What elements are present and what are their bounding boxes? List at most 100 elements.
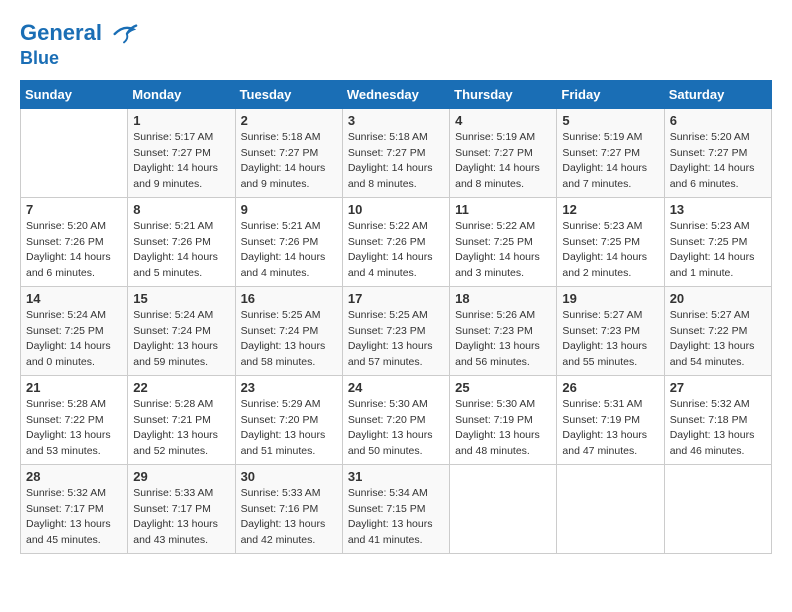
- day-info: Sunrise: 5:32 AM Sunset: 7:17 PM Dayligh…: [26, 486, 122, 549]
- day-number: 26: [562, 380, 658, 395]
- calendar-cell: 21 Sunrise: 5:28 AM Sunset: 7:22 PM Dayli…: [21, 375, 128, 464]
- weekday-header-sunday: Sunday: [21, 80, 128, 108]
- day-number: 22: [133, 380, 229, 395]
- calendar-cell: 15 Sunrise: 5:24 AM Sunset: 7:24 PM Dayli…: [128, 286, 235, 375]
- calendar-cell: 4 Sunrise: 5:19 AM Sunset: 7:27 PM Daylig…: [450, 108, 557, 197]
- calendar-cell: 3Sunrise: 5:18 AM Sunset: 7:27 PM Daylig…: [342, 108, 449, 197]
- weekday-header-thursday: Thursday: [450, 80, 557, 108]
- day-number: 30: [241, 469, 337, 484]
- calendar-cell: 29 Sunrise: 5:33 AM Sunset: 7:17 PM Dayli…: [128, 464, 235, 553]
- calendar-cell: 9Sunrise: 5:21 AM Sunset: 7:26 PM Daylig…: [235, 197, 342, 286]
- day-number: 4: [455, 113, 551, 128]
- day-info: Sunrise: 5:21 AM Sunset: 7:26 PM Dayligh…: [133, 219, 229, 282]
- day-number: 18: [455, 291, 551, 306]
- calendar-cell: [664, 464, 771, 553]
- day-number: 8: [133, 202, 229, 217]
- day-info: Sunrise: 5:25 AM Sunset: 7:24 PM Dayligh…: [241, 308, 337, 371]
- calendar-cell: 13Sunrise: 5:23 AM Sunset: 7:25 PM Dayli…: [664, 197, 771, 286]
- day-info: Sunrise: 5:32 AM Sunset: 7:18 PM Dayligh…: [670, 397, 766, 460]
- calendar-cell: 16 Sunrise: 5:25 AM Sunset: 7:24 PM Dayli…: [235, 286, 342, 375]
- day-info: Sunrise: 5:34 AM Sunset: 7:15 PM Dayligh…: [348, 486, 444, 549]
- calendar-week-2: 7Sunrise: 5:20 AM Sunset: 7:26 PM Daylig…: [21, 197, 772, 286]
- day-number: 25: [455, 380, 551, 395]
- calendar-body: 1 Sunrise: 5:17 AM Sunset: 7:27 PM Daylig…: [21, 108, 772, 553]
- calendar-cell: 28 Sunrise: 5:32 AM Sunset: 7:17 PM Dayli…: [21, 464, 128, 553]
- calendar-week-5: 28 Sunrise: 5:32 AM Sunset: 7:17 PM Dayli…: [21, 464, 772, 553]
- day-number: 21: [26, 380, 122, 395]
- day-info: Sunrise: 5:28 AM Sunset: 7:22 PM Dayligh…: [26, 397, 122, 460]
- calendar-cell: 22 Sunrise: 5:28 AM Sunset: 7:21 PM Dayli…: [128, 375, 235, 464]
- calendar-cell: 20 Sunrise: 5:27 AM Sunset: 7:22 PM Dayli…: [664, 286, 771, 375]
- logo-general: General: [20, 20, 102, 45]
- day-number: 27: [670, 380, 766, 395]
- day-number: 28: [26, 469, 122, 484]
- calendar-cell: 18 Sunrise: 5:26 AM Sunset: 7:23 PM Dayli…: [450, 286, 557, 375]
- weekday-header-tuesday: Tuesday: [235, 80, 342, 108]
- day-number: 15: [133, 291, 229, 306]
- day-number: 20: [670, 291, 766, 306]
- day-info: Sunrise: 5:20 AM Sunset: 7:27 PM Dayligh…: [670, 130, 766, 193]
- day-info: Sunrise: 5:29 AM Sunset: 7:20 PM Dayligh…: [241, 397, 337, 460]
- day-number: 19: [562, 291, 658, 306]
- calendar-week-3: 14 Sunrise: 5:24 AM Sunset: 7:25 PM Dayli…: [21, 286, 772, 375]
- day-info: Sunrise: 5:33 AM Sunset: 7:17 PM Dayligh…: [133, 486, 229, 549]
- day-info: Sunrise: 5:24 AM Sunset: 7:25 PM Dayligh…: [26, 308, 122, 371]
- calendar-cell: 14 Sunrise: 5:24 AM Sunset: 7:25 PM Dayli…: [21, 286, 128, 375]
- logo: General Blue: [20, 20, 138, 70]
- day-number: 13: [670, 202, 766, 217]
- calendar-cell: 26 Sunrise: 5:31 AM Sunset: 7:19 PM Dayli…: [557, 375, 664, 464]
- day-info: Sunrise: 5:30 AM Sunset: 7:20 PM Dayligh…: [348, 397, 444, 460]
- day-info: Sunrise: 5:18 AM Sunset: 7:27 PM Dayligh…: [241, 130, 337, 193]
- day-info: Sunrise: 5:20 AM Sunset: 7:26 PM Dayligh…: [26, 219, 122, 282]
- calendar-header: SundayMondayTuesdayWednesdayThursdayFrid…: [21, 80, 772, 108]
- day-number: 14: [26, 291, 122, 306]
- calendar-cell: 25 Sunrise: 5:30 AM Sunset: 7:19 PM Dayli…: [450, 375, 557, 464]
- calendar-cell: 31 Sunrise: 5:34 AM Sunset: 7:15 PM Dayli…: [342, 464, 449, 553]
- calendar-cell: [21, 108, 128, 197]
- day-number: 1: [133, 113, 229, 128]
- calendar-cell: 1 Sunrise: 5:17 AM Sunset: 7:27 PM Daylig…: [128, 108, 235, 197]
- calendar-cell: 24 Sunrise: 5:30 AM Sunset: 7:20 PM Dayli…: [342, 375, 449, 464]
- page-header: General Blue: [20, 20, 772, 70]
- day-info: Sunrise: 5:24 AM Sunset: 7:24 PM Dayligh…: [133, 308, 229, 371]
- day-info: Sunrise: 5:17 AM Sunset: 7:27 PM Dayligh…: [133, 130, 229, 193]
- day-info: Sunrise: 5:19 AM Sunset: 7:27 PM Dayligh…: [562, 130, 658, 193]
- weekday-header-monday: Monday: [128, 80, 235, 108]
- logo-blue: Blue: [20, 48, 138, 70]
- day-number: 24: [348, 380, 444, 395]
- day-number: 31: [348, 469, 444, 484]
- day-number: 23: [241, 380, 337, 395]
- calendar-cell: 6 Sunrise: 5:20 AM Sunset: 7:27 PM Daylig…: [664, 108, 771, 197]
- calendar-cell: 11Sunrise: 5:22 AM Sunset: 7:25 PM Dayli…: [450, 197, 557, 286]
- day-number: 5: [562, 113, 658, 128]
- calendar-cell: 8 Sunrise: 5:21 AM Sunset: 7:26 PM Daylig…: [128, 197, 235, 286]
- day-number: 10: [348, 202, 444, 217]
- calendar-week-1: 1 Sunrise: 5:17 AM Sunset: 7:27 PM Daylig…: [21, 108, 772, 197]
- day-number: 3: [348, 113, 444, 128]
- weekday-header-row: SundayMondayTuesdayWednesdayThursdayFrid…: [21, 80, 772, 108]
- calendar-cell: 7Sunrise: 5:20 AM Sunset: 7:26 PM Daylig…: [21, 197, 128, 286]
- day-number: 17: [348, 291, 444, 306]
- day-number: 2: [241, 113, 337, 128]
- day-info: Sunrise: 5:30 AM Sunset: 7:19 PM Dayligh…: [455, 397, 551, 460]
- day-info: Sunrise: 5:31 AM Sunset: 7:19 PM Dayligh…: [562, 397, 658, 460]
- day-number: 9: [241, 202, 337, 217]
- calendar-week-4: 21 Sunrise: 5:28 AM Sunset: 7:22 PM Dayli…: [21, 375, 772, 464]
- day-number: 29: [133, 469, 229, 484]
- calendar-cell: 5 Sunrise: 5:19 AM Sunset: 7:27 PM Daylig…: [557, 108, 664, 197]
- calendar-cell: 2 Sunrise: 5:18 AM Sunset: 7:27 PM Daylig…: [235, 108, 342, 197]
- day-number: 11: [455, 202, 551, 217]
- calendar-cell: 10 Sunrise: 5:22 AM Sunset: 7:26 PM Dayli…: [342, 197, 449, 286]
- day-number: 16: [241, 291, 337, 306]
- day-info: Sunrise: 5:22 AM Sunset: 7:26 PM Dayligh…: [348, 219, 444, 282]
- calendar-cell: 27 Sunrise: 5:32 AM Sunset: 7:18 PM Dayli…: [664, 375, 771, 464]
- day-info: Sunrise: 5:33 AM Sunset: 7:16 PM Dayligh…: [241, 486, 337, 549]
- day-info: Sunrise: 5:27 AM Sunset: 7:23 PM Dayligh…: [562, 308, 658, 371]
- day-info: Sunrise: 5:26 AM Sunset: 7:23 PM Dayligh…: [455, 308, 551, 371]
- day-info: Sunrise: 5:27 AM Sunset: 7:22 PM Dayligh…: [670, 308, 766, 371]
- day-info: Sunrise: 5:28 AM Sunset: 7:21 PM Dayligh…: [133, 397, 229, 460]
- calendar-cell: [450, 464, 557, 553]
- day-info: Sunrise: 5:19 AM Sunset: 7:27 PM Dayligh…: [455, 130, 551, 193]
- day-number: 6: [670, 113, 766, 128]
- day-number: 12: [562, 202, 658, 217]
